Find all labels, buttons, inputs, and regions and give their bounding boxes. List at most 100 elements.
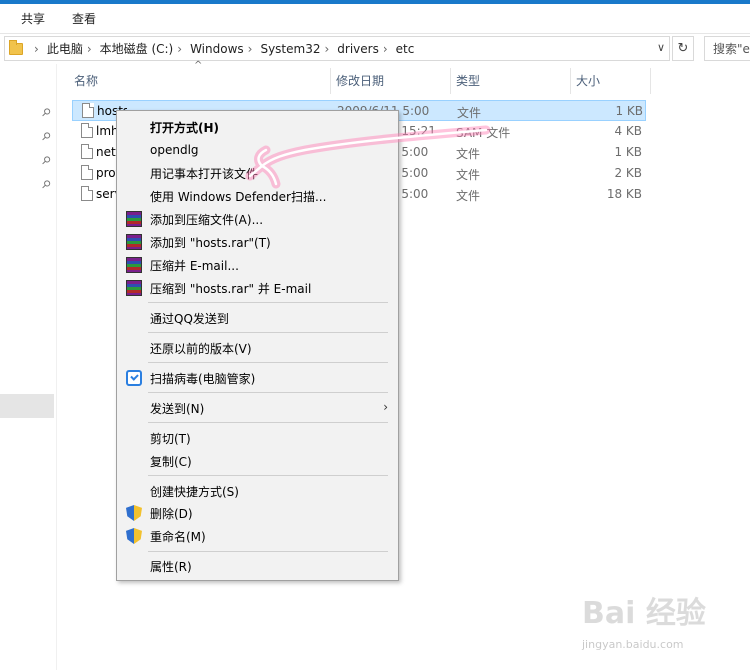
watermark-url: jingyan.baidu.com — [582, 638, 684, 651]
menu-copy[interactable]: 复制(C) — [119, 450, 396, 472]
menu-separator — [148, 551, 388, 552]
chevron-right-icon[interactable]: › — [324, 42, 329, 56]
menu-item-label: 属性(R) — [150, 559, 192, 574]
file-size: 1 KB — [615, 104, 643, 118]
menu-cut[interactable]: 剪切(T) — [119, 427, 396, 449]
file-size: 2 KB — [614, 166, 642, 180]
context-menu: 打开方式(H) opendlg 用记事本打开该文件 使用 Windows Def… — [116, 110, 399, 581]
menu-add-to-hosts-rar[interactable]: 添加到 "hosts.rar"(T) — [119, 231, 396, 253]
refresh-button[interactable]: ↻ — [672, 36, 694, 61]
menu-item-label: 添加到 "hosts.rar"(T) — [150, 235, 271, 250]
chevron-right-icon[interactable]: › — [177, 42, 182, 56]
menu-item-label: 压缩到 "hosts.rar" 并 E-mail — [150, 281, 312, 296]
menu-scan-virus[interactable]: 扫描病毒(电脑管家) — [119, 367, 396, 389]
menu-item-label: 打开方式(H) — [150, 120, 220, 135]
menu-item-label: 复制(C) — [150, 454, 192, 469]
menu-item-label: 发送到(N) — [150, 401, 205, 416]
chevron-right-icon[interactable]: › — [34, 42, 39, 56]
chevron-down-icon[interactable]: ∨ — [657, 41, 665, 54]
menu-open-with[interactable]: 打开方式(H) — [119, 116, 396, 138]
menu-create-shortcut[interactable]: 创建快捷方式(S) — [119, 480, 396, 502]
column-header-date[interactable]: 修改日期 — [330, 64, 450, 96]
folder-icon — [9, 39, 23, 55]
breadcrumb-system32[interactable]: System32 — [260, 42, 320, 56]
menu-opendlg[interactable]: opendlg — [119, 139, 396, 161]
menu-compress-email[interactable]: 压缩并 E-mail... — [119, 254, 396, 276]
chevron-right-icon[interactable]: › — [383, 42, 388, 56]
menu-open-with-notepad[interactable]: 用记事本打开该文件 — [119, 162, 396, 184]
search-placeholder: 搜索"e — [713, 42, 750, 56]
menu-separator — [148, 362, 388, 363]
refresh-icon: ↻ — [677, 41, 689, 56]
file-icon — [82, 103, 94, 118]
file-icon — [81, 186, 93, 201]
ribbon-tabs: 共享 查看 — [0, 4, 750, 32]
file-type: 文件 — [456, 189, 481, 203]
winrar-icon — [126, 280, 142, 296]
pin-icon[interactable]: ⚲ — [39, 153, 54, 168]
chevron-right-icon[interactable]: › — [248, 42, 253, 56]
menu-item-label: 删除(D) — [150, 506, 193, 521]
breadcrumb-drivers[interactable]: drivers — [337, 42, 379, 56]
column-header-type[interactable]: 类型 — [450, 64, 570, 96]
file-type: 文件 — [457, 106, 482, 120]
nav-item-selected[interactable] — [0, 394, 54, 418]
file-icon — [81, 123, 93, 138]
menu-separator — [148, 422, 388, 423]
nav-pane-divider — [56, 64, 57, 670]
menu-item-label: 用记事本打开该文件 — [150, 166, 259, 181]
column-header-size[interactable]: 大小 — [570, 64, 650, 96]
menu-item-label: 压缩并 E-mail... — [150, 258, 239, 273]
file-icon — [81, 144, 93, 159]
menu-delete[interactable]: 删除(D) — [119, 502, 396, 524]
menu-separator — [148, 302, 388, 303]
pin-icon[interactable]: ⚲ — [39, 105, 54, 120]
pin-icon[interactable]: ⚲ — [39, 177, 54, 192]
menu-separator — [148, 332, 388, 333]
address-row: › 此电脑 › 本地磁盘 (C:) › Windows › System32 ›… — [0, 33, 750, 63]
winrar-icon — [126, 257, 142, 273]
menu-compress-hosts-email[interactable]: 压缩到 "hosts.rar" 并 E-mail — [119, 277, 396, 299]
winrar-icon — [126, 211, 142, 227]
pc-manager-shield-icon — [126, 370, 142, 386]
menu-separator — [148, 392, 388, 393]
watermark-text: Bai 经验 — [582, 596, 706, 631]
menu-item-label: 创建快捷方式(S) — [150, 484, 239, 499]
file-type: 文件 — [456, 168, 481, 182]
breadcrumb-windows[interactable]: Windows — [190, 42, 244, 56]
menu-send-via-qq[interactable]: 通过QQ发送到 — [119, 307, 396, 329]
menu-properties[interactable]: 属性(R) — [119, 555, 396, 577]
chevron-right-icon[interactable]: › — [87, 42, 92, 56]
menu-item-label: 还原以前的版本(V) — [150, 341, 252, 356]
menu-item-label: 剪切(T) — [150, 431, 191, 446]
file-size: 4 KB — [614, 124, 642, 138]
column-divider[interactable] — [650, 68, 651, 94]
menu-item-label: 重命名(M) — [150, 529, 206, 544]
menu-defender-scan[interactable]: 使用 Windows Defender扫描... — [119, 185, 396, 207]
column-header-name[interactable]: 名称 — [68, 64, 330, 96]
menu-send-to[interactable]: 发送到(N) › — [119, 397, 396, 419]
menu-rename[interactable]: 重命名(M) — [119, 525, 396, 547]
pin-icon[interactable]: ⚲ — [39, 129, 54, 144]
file-icon — [81, 165, 93, 180]
chevron-right-icon: › — [383, 400, 388, 414]
menu-item-label: 通过QQ发送到 — [150, 311, 229, 326]
search-input[interactable]: 搜索"e — [704, 36, 750, 61]
breadcrumb-etc[interactable]: etc — [396, 42, 415, 56]
menu-restore-previous-versions[interactable]: 还原以前的版本(V) — [119, 337, 396, 359]
menu-item-label: 扫描病毒(电脑管家) — [150, 371, 256, 386]
file-type: 文件 — [456, 147, 481, 161]
menu-item-label: 使用 Windows Defender扫描... — [150, 189, 327, 204]
menu-add-to-archive[interactable]: 添加到压缩文件(A)... — [119, 208, 396, 230]
tab-view[interactable]: 查看 — [58, 10, 109, 27]
menu-separator — [148, 475, 388, 476]
file-type: SAM 文件 — [456, 126, 511, 140]
breadcrumb-this-pc[interactable]: 此电脑 — [47, 40, 83, 57]
file-size: 1 KB — [614, 145, 642, 159]
tab-share[interactable]: 共享 — [0, 10, 58, 27]
file-size: 18 KB — [606, 187, 642, 201]
menu-item-label: opendlg — [150, 143, 199, 157]
address-bar[interactable]: › 此电脑 › 本地磁盘 (C:) › Windows › System32 ›… — [4, 36, 670, 61]
uac-shield-icon — [126, 505, 142, 521]
breadcrumb-local-disk[interactable]: 本地磁盘 (C:) — [100, 40, 174, 57]
